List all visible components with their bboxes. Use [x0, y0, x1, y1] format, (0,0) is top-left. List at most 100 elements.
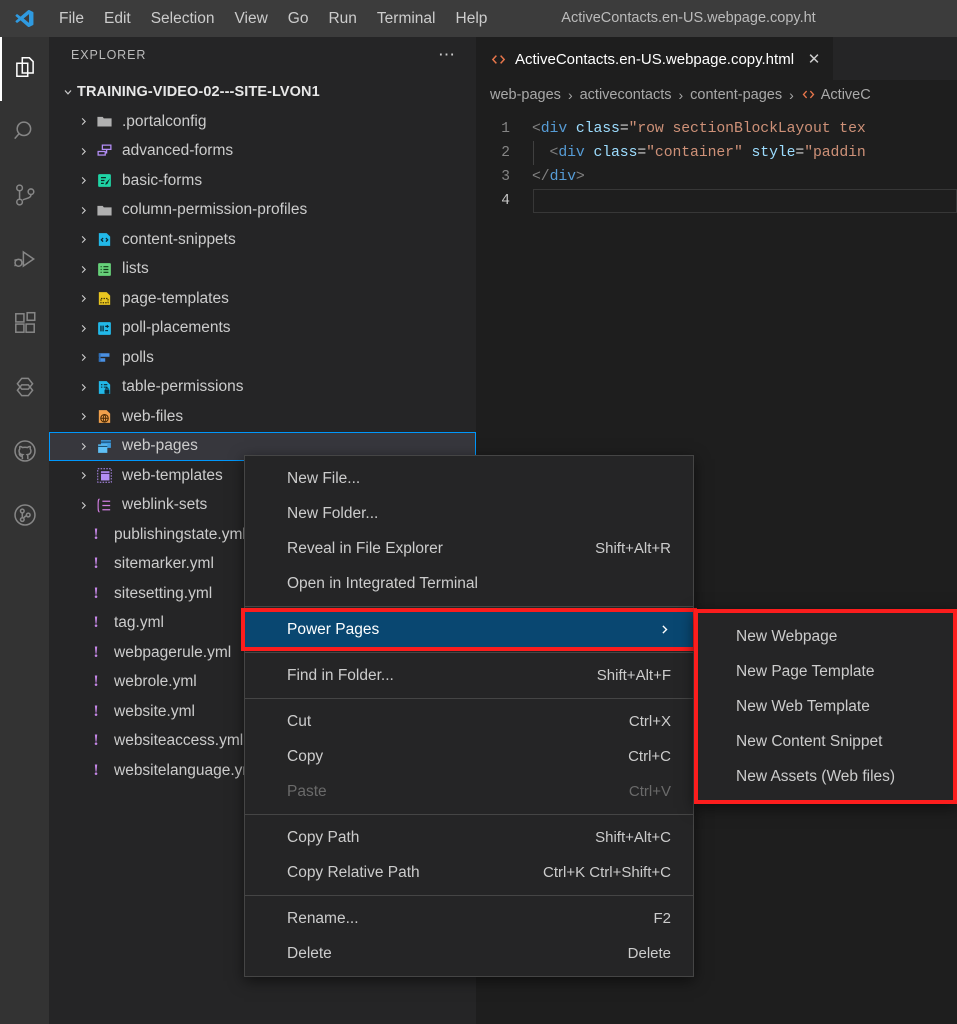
explorer-header: EXPLORER ⋯ [49, 37, 476, 72]
menu-separator [245, 606, 693, 607]
code-editor[interactable]: 1 <div class="row sectionBlockLayout tex… [476, 109, 957, 213]
chevron-right-icon [73, 470, 93, 481]
power-platform-icon [12, 374, 38, 405]
context-menu-item-copy-relative-path[interactable]: Copy Relative Path Ctrl+K Ctrl+Shift+C [245, 855, 693, 890]
activity-item-run-and-debug[interactable] [0, 229, 49, 293]
table-permissions-icon [93, 377, 115, 397]
breadcrumb-item-web-pages[interactable]: web-pages [490, 87, 561, 103]
vscode-logo-icon [0, 0, 49, 37]
menu-go[interactable]: Go [278, 0, 319, 37]
menu-terminal[interactable]: Terminal [367, 0, 446, 37]
more-actions-icon[interactable]: ⋯ [438, 50, 456, 60]
tree-item-portalconfig[interactable]: .portalconfig [49, 107, 476, 137]
context-menu-item-delete[interactable]: Delete Delete [245, 936, 693, 971]
tree-item-label: .portalconfig [122, 113, 206, 131]
tree-item-content-snippets[interactable]: content-snippets [49, 225, 476, 255]
menu-item-label: Power Pages [287, 621, 379, 639]
folder-icon [93, 112, 115, 132]
basic-forms-icon [93, 171, 115, 191]
context-menu-item-new-file[interactable]: New File... [245, 461, 693, 496]
menu-view[interactable]: View [224, 0, 277, 37]
context-menu-item-rename[interactable]: Rename... F2 [245, 901, 693, 936]
yaml-icon: ! [85, 703, 107, 721]
code-token: div [558, 145, 584, 161]
activity-item-search[interactable] [0, 101, 49, 165]
tree-item-poll-placements[interactable]: poll-placements [49, 314, 476, 344]
tree-item-lists[interactable]: lists [49, 255, 476, 285]
menu-item-shortcut: Shift+Alt+C [595, 829, 671, 846]
submenu-item-new-web-template[interactable]: New Web Template [698, 689, 953, 724]
weblink-sets-icon [93, 495, 115, 515]
search-icon [12, 118, 38, 149]
activity-item-explorer[interactable] [0, 37, 49, 101]
context-menu: New File... New Folder... Reveal in File… [244, 455, 694, 977]
tree-item-label: sitemarker.yml [114, 555, 214, 573]
code-token: div [541, 121, 567, 137]
submenu-item-new-content-snippet[interactable]: New Content Snippet [698, 724, 953, 759]
chevron-right-icon [73, 175, 93, 186]
tree-item-web-files[interactable]: web-files [49, 402, 476, 432]
context-menu-item-new-folder[interactable]: New Folder... [245, 496, 693, 531]
submenu-item-new-assets-web-files[interactable]: New Assets (Web files) [698, 759, 953, 794]
tree-item-table-permissions[interactable]: table-permissions [49, 373, 476, 403]
menu-separator [245, 652, 693, 653]
activity-bar [0, 37, 49, 1024]
yaml-icon: ! [85, 762, 107, 780]
submenu-item-new-page-template[interactable]: New Page Template [698, 654, 953, 689]
submenu-item-new-webpage[interactable]: New Webpage [698, 619, 953, 654]
editor-tab-active[interactable]: ActiveContacts.en-US.webpage.copy.html ✕ [476, 37, 833, 80]
breadcrumb-separator-icon: › [679, 87, 684, 103]
tree-item-advanced-forms[interactable]: advanced-forms [49, 137, 476, 167]
context-menu-item-cut[interactable]: Cut Ctrl+X [245, 704, 693, 739]
activity-item-source-control[interactable] [0, 165, 49, 229]
menu-edit[interactable]: Edit [94, 0, 141, 37]
tree-item-label: web-files [122, 408, 183, 426]
code-token [567, 121, 576, 137]
chevron-down-icon [59, 86, 77, 98]
context-menu-item-open-in-integrated-terminal[interactable]: Open in Integrated Terminal [245, 566, 693, 601]
extensions-icon [12, 310, 38, 341]
menu-item-shortcut: Ctrl+X [629, 713, 671, 730]
chevron-right-icon [73, 441, 93, 452]
menu-selection[interactable]: Selection [141, 0, 225, 37]
folder-icon [93, 200, 115, 220]
menu-file[interactable]: File [49, 0, 94, 37]
power-pages-submenu: New Webpage New Page Template New Web Te… [694, 609, 957, 804]
lists-icon [93, 259, 115, 279]
context-menu-item-power-pages[interactable]: Power Pages [245, 612, 693, 647]
title-bar: File Edit Selection View Go Run Terminal… [0, 0, 957, 37]
code-line-2: 2 <div class="container" style="paddin [476, 141, 957, 165]
context-menu-item-copy-path[interactable]: Copy Path Shift+Alt+C [245, 820, 693, 855]
menu-bar: File Edit Selection View Go Run Terminal… [49, 0, 497, 37]
menu-item-label: Open in Integrated Terminal [287, 575, 478, 593]
menu-item-label: Copy Relative Path [287, 864, 420, 882]
menu-item-label: Cut [287, 713, 311, 731]
context-menu-item-copy[interactable]: Copy Ctrl+C [245, 739, 693, 774]
tree-item-label: web-pages [122, 437, 198, 455]
breadcrumb-item-file[interactable]: ActiveC [821, 87, 871, 103]
close-icon[interactable]: ✕ [805, 50, 823, 68]
web-templates-icon [93, 466, 115, 486]
menu-help[interactable]: Help [446, 0, 498, 37]
activity-item-git-graph[interactable] [0, 485, 49, 549]
context-menu-item-reveal-in-file-explorer[interactable]: Reveal in File Explorer Shift+Alt+R [245, 531, 693, 566]
tree-item-label: advanced-forms [122, 142, 233, 160]
tree-item-basic-forms[interactable]: basic-forms [49, 166, 476, 196]
line-number: 2 [476, 145, 532, 161]
activity-item-extensions[interactable] [0, 293, 49, 357]
breadcrumb-item-activecontacts[interactable]: activecontacts [580, 87, 672, 103]
tree-root-folder[interactable]: TRAINING-VIDEO-02---SITE-LVON1 [49, 77, 476, 107]
menu-item-shortcut: Shift+Alt+R [595, 540, 671, 557]
tree-item-page-templates[interactable]: page-templates [49, 284, 476, 314]
menu-item-label: Delete [287, 945, 332, 963]
tree-item-column-permission-profiles[interactable]: column-permission-profiles [49, 196, 476, 226]
activity-item-power-platform[interactable] [0, 357, 49, 421]
web-pages-icon [93, 436, 115, 456]
breadcrumb-item-content-pages[interactable]: content-pages [690, 87, 782, 103]
context-menu-item-find-in-folder[interactable]: Find in Folder... Shift+Alt+F [245, 658, 693, 693]
menu-run[interactable]: Run [318, 0, 366, 37]
chevron-right-icon [73, 146, 93, 157]
tree-item-polls[interactable]: polls [49, 343, 476, 373]
source-control-icon [12, 182, 38, 213]
activity-item-github[interactable] [0, 421, 49, 485]
